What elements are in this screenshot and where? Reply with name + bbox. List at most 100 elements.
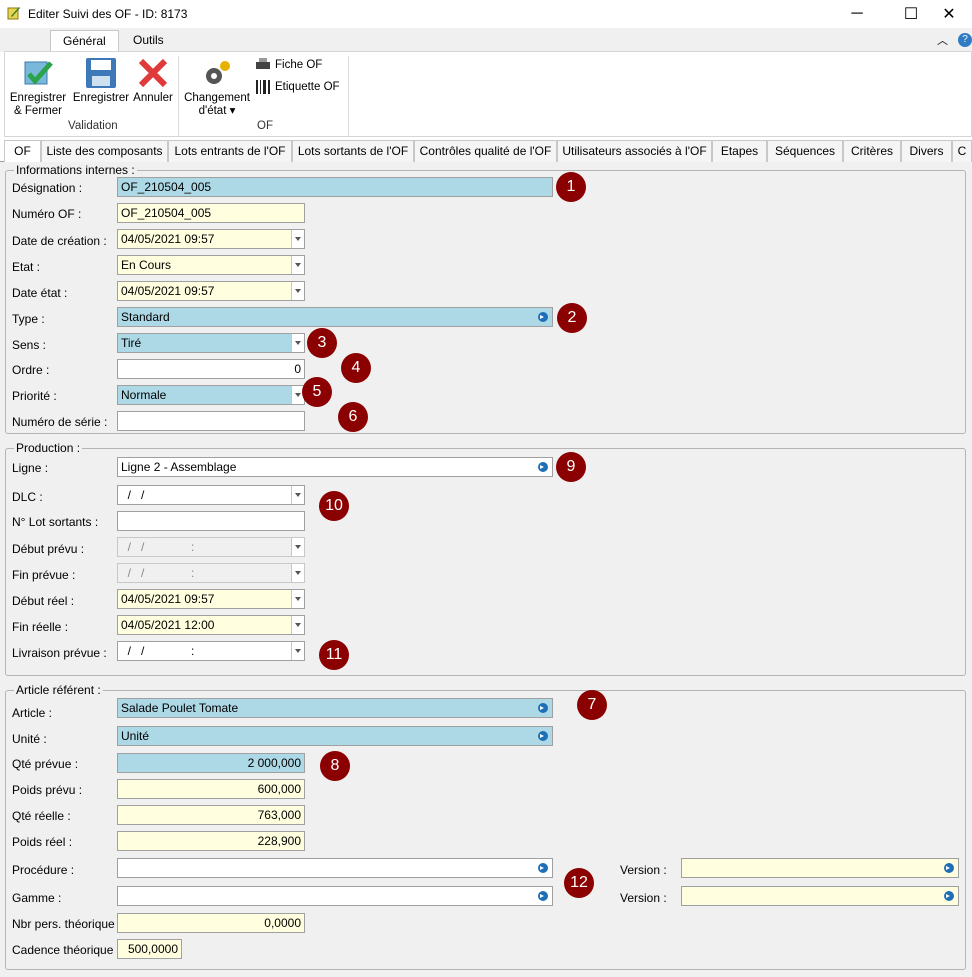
lookup-icon[interactable] bbox=[538, 703, 548, 713]
lookup-icon[interactable] bbox=[944, 891, 954, 901]
tab-more[interactable]: C bbox=[952, 140, 972, 162]
etiquette-of-button[interactable]: Etiquette OF bbox=[255, 80, 340, 94]
date-etat-picker[interactable]: 04/05/2021 09:57 bbox=[117, 281, 305, 301]
ribbon: Enregistrer & Fermer Enregistrer Annuler… bbox=[4, 51, 972, 137]
sens-value: Tiré bbox=[121, 336, 142, 350]
lookup-icon[interactable] bbox=[538, 891, 548, 901]
tab-lots-sortants[interactable]: Lots sortants de l'OF bbox=[292, 140, 414, 162]
lookup-icon[interactable] bbox=[538, 462, 548, 472]
chevron-down-icon[interactable] bbox=[291, 256, 304, 274]
save-button[interactable]: Enregistrer bbox=[71, 56, 131, 105]
numero-serie-field[interactable] bbox=[117, 411, 305, 431]
form-area: Informations internes : Désignation : OF… bbox=[0, 162, 972, 977]
fiche-of-label: Fiche OF bbox=[275, 59, 323, 71]
tab-controles-qualite[interactable]: Contrôles qualité de l'OF bbox=[414, 140, 557, 162]
lookup-icon[interactable] bbox=[944, 863, 954, 873]
sens-select[interactable]: Tiré bbox=[117, 333, 305, 353]
label-debut-reel: Début réel : bbox=[12, 594, 75, 608]
ligne-lookup[interactable]: Ligne 2 - Assemblage bbox=[117, 457, 553, 477]
type-value: Standard bbox=[121, 310, 170, 324]
chevron-down-icon[interactable] bbox=[291, 486, 304, 504]
debut-reel-picker[interactable]: 04/05/2021 09:57 bbox=[117, 589, 305, 609]
poids-reel-field[interactable]: 228,900 bbox=[117, 831, 305, 851]
qte-prevue-field[interactable]: 2 000,000 bbox=[117, 753, 305, 773]
label-numero-serie: Numéro de série : bbox=[12, 415, 108, 429]
priorite-select[interactable]: Normale bbox=[117, 385, 305, 405]
gear-icon bbox=[206, 61, 230, 84]
label-qte-reelle: Qté réelle : bbox=[12, 809, 71, 823]
chevron-down-icon[interactable] bbox=[291, 590, 304, 608]
save-close-button[interactable]: Enregistrer & Fermer bbox=[7, 56, 69, 118]
chevron-down-icon[interactable] bbox=[291, 230, 304, 248]
etat-value: En Cours bbox=[121, 258, 172, 272]
etat-select[interactable]: En Cours bbox=[117, 255, 305, 275]
tab-criteres[interactable]: Critères bbox=[843, 140, 901, 162]
tab-of[interactable]: OF bbox=[4, 140, 41, 163]
label-designation: Désignation : bbox=[12, 181, 83, 195]
unite-lookup[interactable]: Unité bbox=[117, 726, 553, 746]
lot-sortants-field[interactable] bbox=[117, 511, 305, 531]
tab-etapes[interactable]: Etapes bbox=[712, 140, 767, 162]
article-value: Salade Poulet Tomate bbox=[121, 701, 239, 715]
label-procedure: Procédure : bbox=[12, 863, 75, 877]
collapse-ribbon-icon[interactable]: ︿ bbox=[937, 32, 948, 48]
cadence-field[interactable]: 500,0000 bbox=[117, 939, 182, 959]
date-creation-value: 04/05/2021 09:57 bbox=[121, 232, 215, 246]
ribbon-tab-general[interactable]: Général bbox=[50, 30, 119, 52]
tab-utilisateurs[interactable]: Utilisateurs associés à l'OF bbox=[557, 140, 712, 162]
label-livraison-prevue: Livraison prévue : bbox=[12, 646, 107, 660]
chevron-down-icon[interactable] bbox=[291, 282, 304, 300]
chevron-down-icon[interactable] bbox=[291, 334, 304, 352]
article-lookup[interactable]: Salade Poulet Tomate bbox=[117, 698, 553, 718]
tab-liste-composants[interactable]: Liste des composants bbox=[41, 140, 168, 162]
nbr-pers-field[interactable]: 0,0000 bbox=[117, 913, 305, 933]
group-label-of: OF bbox=[257, 120, 273, 132]
fin-prevue-picker: / / : bbox=[117, 563, 305, 583]
type-lookup[interactable]: Standard bbox=[117, 307, 553, 327]
tab-divers[interactable]: Divers bbox=[901, 140, 952, 162]
group-title: Informations internes : bbox=[14, 163, 137, 177]
dlc-value: / / bbox=[121, 488, 145, 502]
label-fin-reelle: Fin réelle : bbox=[12, 620, 69, 634]
change-state-label: Changement d'état ▾ bbox=[184, 92, 250, 117]
poids-prevu-field[interactable]: 600,000 bbox=[117, 779, 305, 799]
version-lookup-gamme[interactable] bbox=[681, 886, 959, 906]
chevron-down-icon[interactable] bbox=[291, 642, 304, 660]
qte-reelle-field[interactable]: 763,000 bbox=[117, 805, 305, 825]
label-version: Version : bbox=[620, 863, 667, 877]
version-lookup-procedure[interactable] bbox=[681, 858, 959, 878]
floppy-icon bbox=[86, 58, 116, 88]
change-state-button[interactable]: Changement d'état ▾ bbox=[183, 56, 251, 118]
minimize-button[interactable]: ─ bbox=[834, 0, 880, 28]
group-title: Production : bbox=[14, 441, 83, 455]
tab-sequences[interactable]: Séquences bbox=[767, 140, 843, 162]
dlc-picker[interactable]: / / bbox=[117, 485, 305, 505]
designation-field[interactable]: OF_210504_005 bbox=[117, 177, 553, 197]
close-button[interactable]: ✕ bbox=[926, 0, 972, 28]
lookup-icon[interactable] bbox=[538, 312, 548, 322]
label-cadence: Cadence théorique : bbox=[12, 943, 121, 957]
fin-reelle-picker[interactable]: 04/05/2021 12:00 bbox=[117, 615, 305, 635]
date-creation-picker[interactable]: 04/05/2021 09:57 bbox=[117, 229, 305, 249]
numero-of-field[interactable]: OF_210504_005 bbox=[117, 203, 305, 223]
ribbon-separator bbox=[348, 56, 349, 136]
label-ordre: Ordre : bbox=[12, 363, 50, 377]
gamme-lookup[interactable] bbox=[117, 886, 553, 906]
cancel-button[interactable]: Annuler bbox=[131, 56, 175, 105]
date-etat-value: 04/05/2021 09:57 bbox=[121, 284, 215, 298]
chevron-down-icon[interactable] bbox=[291, 616, 304, 634]
help-icon[interactable]: ? bbox=[958, 33, 972, 47]
ribbon-tab-outils[interactable]: Outils bbox=[121, 30, 176, 52]
debut-reel-value: 04/05/2021 09:57 bbox=[121, 592, 215, 606]
ligne-value: Ligne 2 - Assemblage bbox=[121, 460, 237, 474]
tab-lots-entrants[interactable]: Lots entrants de l'OF bbox=[168, 140, 292, 162]
fiche-of-button[interactable]: Fiche OF bbox=[255, 58, 322, 72]
lookup-icon[interactable] bbox=[538, 731, 548, 741]
lookup-icon[interactable] bbox=[538, 863, 548, 873]
procedure-lookup[interactable] bbox=[117, 858, 553, 878]
unite-value: Unité bbox=[121, 729, 150, 743]
annotation-badge: 12 bbox=[564, 868, 594, 898]
annotation-badge: 8 bbox=[320, 751, 350, 781]
livraison-prevue-picker[interactable]: / / : bbox=[117, 641, 305, 661]
ordre-field[interactable]: 0 bbox=[117, 359, 305, 379]
